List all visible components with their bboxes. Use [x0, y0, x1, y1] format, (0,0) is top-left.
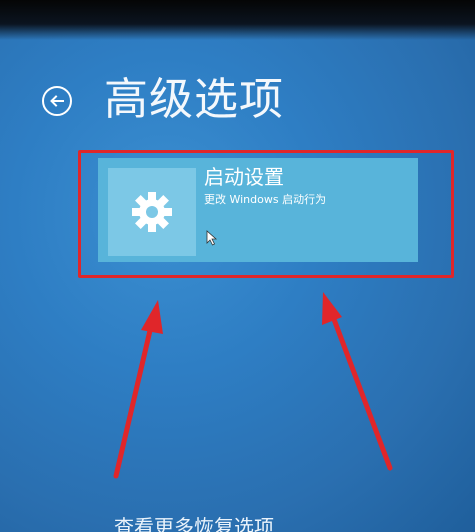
annotation-arrow-right: [322, 292, 393, 471]
recovery-screen: 高级选项 启动设置 更改 Windows 启动行为 查看更多恢复选项: [0, 0, 475, 532]
more-recovery-options-link[interactable]: 查看更多恢复选项: [114, 514, 274, 532]
